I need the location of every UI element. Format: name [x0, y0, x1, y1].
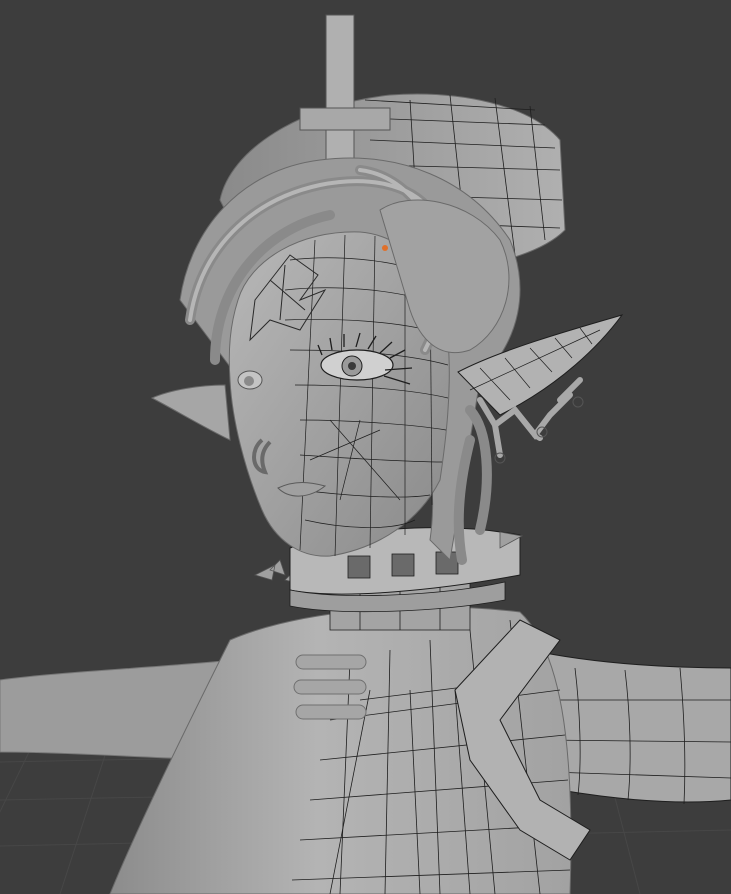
rib-plates — [293, 654, 367, 720]
left-eye — [237, 370, 263, 390]
3d-viewport[interactable] — [0, 0, 731, 894]
cross-spike — [325, 14, 355, 166]
object-origin[interactable] — [382, 245, 388, 251]
